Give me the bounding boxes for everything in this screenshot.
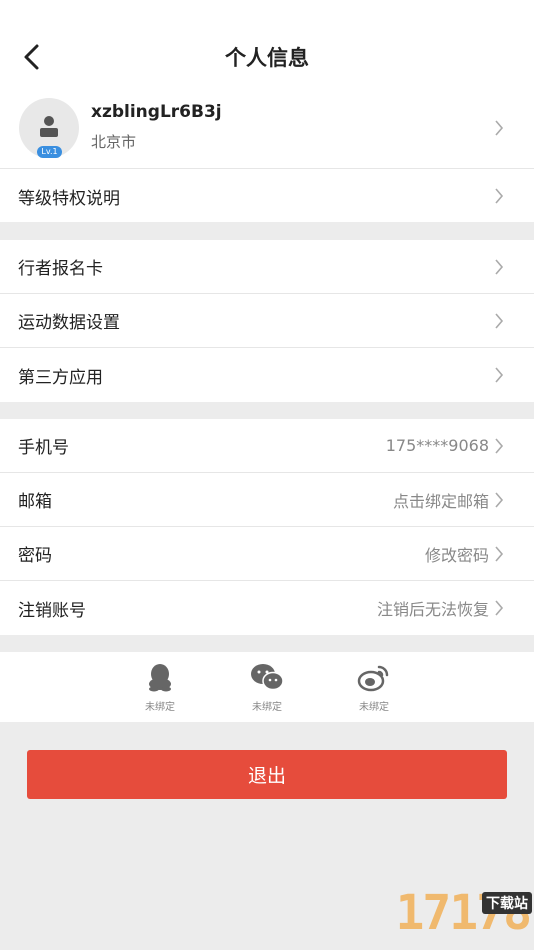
qq-status: 未绑定 [145,702,175,713]
chevron-right-icon [495,600,504,616]
level-privilege-row[interactable]: 等级特权说明 [0,169,534,223]
weibo-icon [357,665,389,692]
row-label: 密码 [18,546,52,566]
logout-button[interactable]: 退出 [27,750,507,799]
account-section: 手机号 175****9068 邮箱 点击绑定邮箱 密码 修改密码 注销账号 注… [0,419,534,635]
wechat-binding[interactable]: 未绑定 [237,662,297,713]
chevron-right-icon [495,188,504,204]
wechat-icon [251,664,284,691]
row-label: 第三方应用 [18,367,103,388]
row-label: 等级特权说明 [18,188,120,209]
chevron-right-icon [495,545,504,562]
settings-section: 行者报名卡 运动数据设置 第三方应用 [0,240,534,402]
row-label: 注销账号 [18,600,86,621]
chevron-right-icon [495,491,504,508]
chevron-right-icon [495,437,504,454]
row-email[interactable]: 邮箱 点击绑定邮箱 [0,473,534,527]
chevron-right-icon [495,120,504,136]
row-value: 注销后无法恢复 [376,600,489,619]
row-third-party-apps[interactable]: 第三方应用 [0,348,534,402]
row-label: 手机号 [18,438,69,458]
header: 个人信息 [0,0,534,94]
weibo-binding[interactable]: 未绑定 [344,662,404,713]
row-label: 邮箱 [18,492,52,512]
page-title: 个人信息 [225,46,309,70]
username: xzblingLr6B3j [91,102,222,122]
row-value: 175****9068 [385,436,489,455]
weibo-status: 未绑定 [359,702,389,713]
row-value: 点击绑定邮箱 [392,491,489,511]
wechat-status: 未绑定 [252,702,282,713]
chevron-right-icon [495,258,504,275]
profile-card: Lv.1 xzblingLr6B3j 北京市 等级特权说明 [0,94,534,222]
qq-icon [149,664,171,692]
chevron-right-icon [495,367,504,383]
qq-binding[interactable]: 未绑定 [130,662,190,713]
row-registration-card[interactable]: 行者报名卡 [0,240,534,294]
row-sport-data-settings[interactable]: 运动数据设置 [0,294,534,348]
chevron-right-icon [495,312,504,329]
row-delete-account[interactable]: 注销账号 注销后无法恢复 [0,581,534,635]
watermark-tag: 下载站 [482,892,532,914]
row-password[interactable]: 密码 修改密码 [0,527,534,581]
row-phone[interactable]: 手机号 175****9068 [0,419,534,473]
row-label: 运动数据设置 [18,313,120,333]
level-badge: Lv.1 [37,146,62,158]
user-icon [40,116,58,137]
profile-row[interactable]: Lv.1 xzblingLr6B3j 北京市 [0,94,534,169]
social-binding-bar: 未绑定 未绑定 未绑定 [0,652,534,722]
row-label: 行者报名卡 [18,259,103,279]
city-text: 北京市 [91,133,137,151]
row-value: 修改密码 [424,545,489,565]
